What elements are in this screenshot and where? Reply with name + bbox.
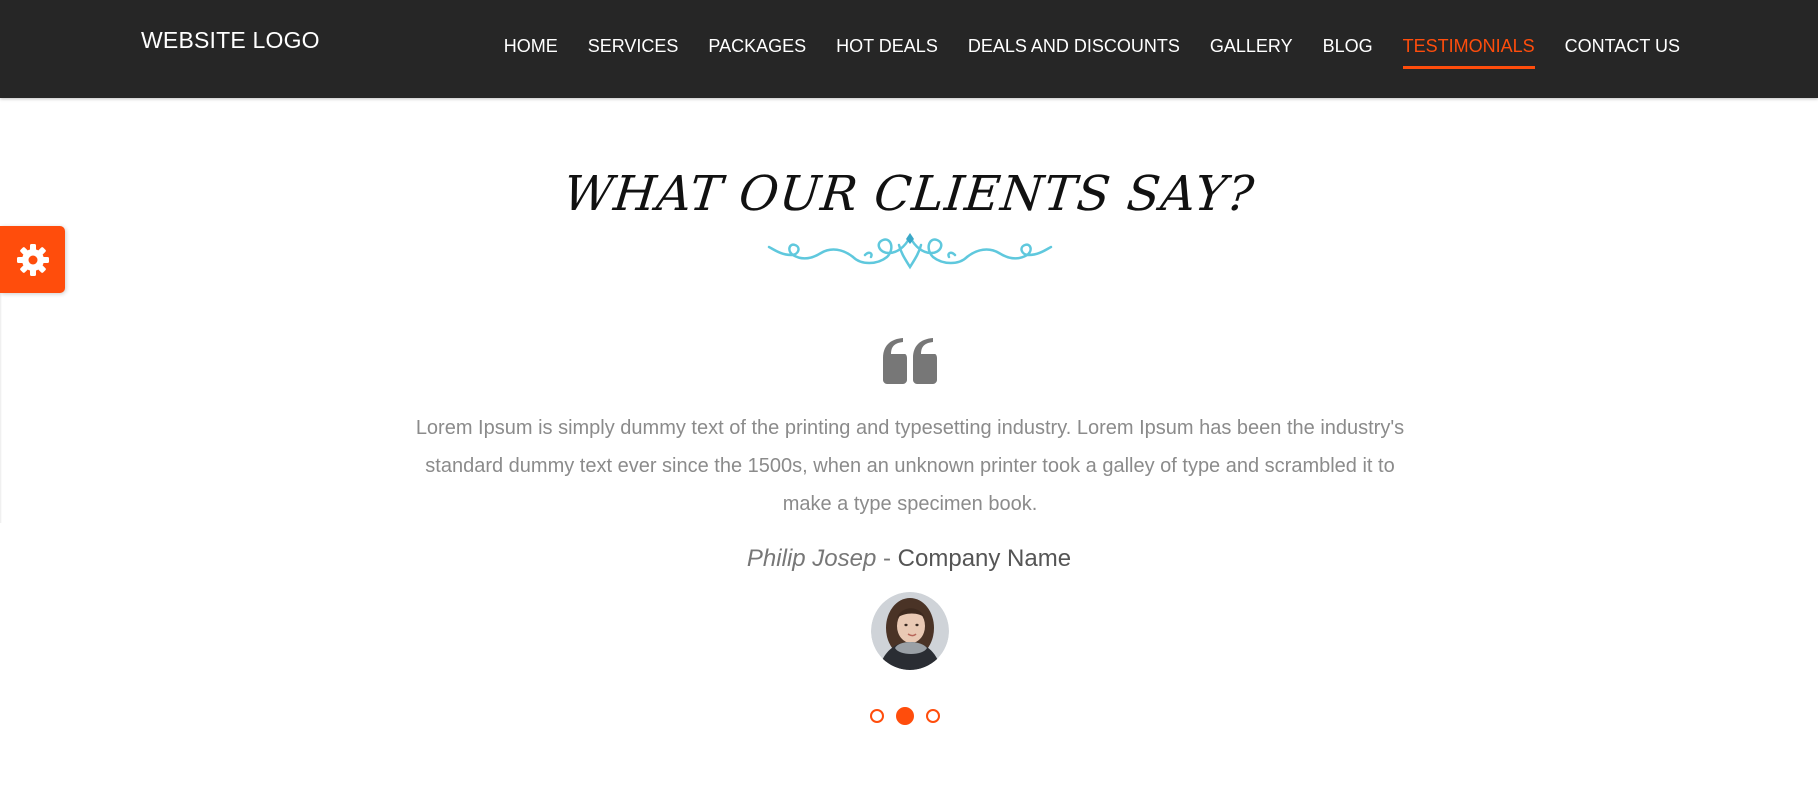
- testimonial-author: Philip Josep - Company Name: [0, 545, 1818, 573]
- ornament-divider-icon: [767, 233, 1053, 270]
- nav-contact-us[interactable]: CONTACT US: [1565, 36, 1680, 69]
- carousel-dot-2[interactable]: [896, 707, 914, 725]
- nav-blog[interactable]: BLOG: [1323, 36, 1373, 69]
- settings-toggle-button[interactable]: [0, 226, 65, 293]
- nav-home[interactable]: HOME: [504, 36, 558, 69]
- nav-gallery[interactable]: GALLERY: [1210, 36, 1293, 69]
- nav-deals-and-discounts[interactable]: DEALS AND DISCOUNTS: [968, 36, 1180, 69]
- section-title: WHAT OUR CLIENTS SAY?: [560, 166, 1258, 222]
- carousel-pagination: [870, 707, 940, 725]
- nav-hot-deals[interactable]: HOT DEALS: [836, 36, 938, 69]
- author-separator: -: [876, 545, 898, 572]
- main-nav: HOME SERVICES PACKAGES HOT DEALS DEALS A…: [474, 36, 1680, 69]
- navbar: WEBSITE LOGO HOME SERVICES PACKAGES HOT …: [0, 0, 1818, 98]
- author-company: Company Name: [897, 545, 1072, 572]
- author-name: Philip Josep: [746, 545, 877, 572]
- avatar: [871, 592, 949, 670]
- website-logo[interactable]: WEBSITE LOGO: [141, 27, 320, 54]
- nav-testimonials[interactable]: TESTIMONIALS: [1402, 36, 1535, 69]
- carousel-dot-1[interactable]: [870, 709, 884, 723]
- side-panel-edge: [0, 293, 2, 523]
- quote-icon: [883, 338, 937, 384]
- testimonial-quote: Lorem Ipsum is simply dummy text of the …: [415, 417, 1405, 515]
- gear-icon: [16, 243, 49, 276]
- carousel-dot-3[interactable]: [926, 709, 940, 723]
- nav-services[interactable]: SERVICES: [588, 36, 679, 69]
- nav-packages[interactable]: PACKAGES: [708, 36, 806, 69]
